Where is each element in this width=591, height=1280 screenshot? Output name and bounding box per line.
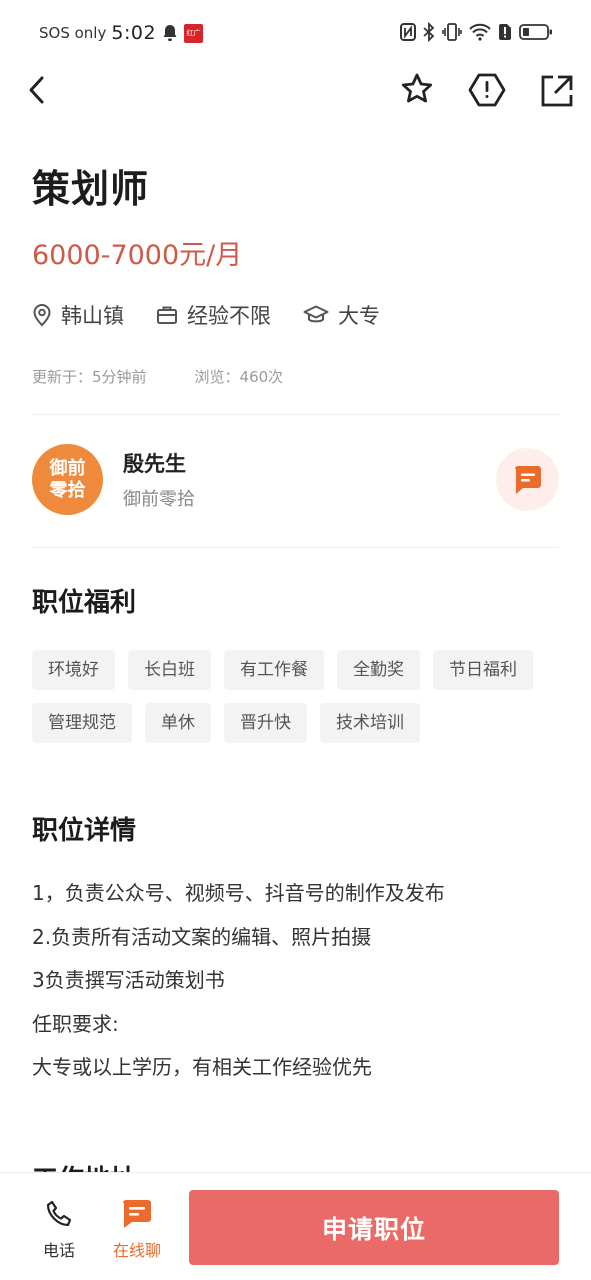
- chat-bubble-icon: [123, 1200, 151, 1228]
- benefit-tag: 有工作餐: [224, 650, 324, 690]
- divider: [32, 547, 559, 548]
- experience-text: 经验不限: [187, 304, 271, 328]
- education-text: 大专: [338, 304, 380, 328]
- job-description: 1，负责公众号、视频号、抖音号的制作及发布 2.负责所有活动文案的编辑、照片拍摄…: [32, 875, 559, 1093]
- description-line: 2.负责所有活动文案的编辑、照片拍摄: [32, 924, 372, 949]
- education-item: 大专: [303, 300, 380, 330]
- job-meta: 韩山镇 经验不限 大专: [32, 300, 412, 330]
- benefit-tag: 单休: [145, 703, 211, 743]
- vibrate-icon: [442, 23, 462, 41]
- top-nav: [0, 66, 591, 114]
- phone-label: 电话: [42, 1241, 75, 1260]
- description-line: 3负责撰写活动策划书: [32, 968, 225, 992]
- back-arrow-icon[interactable]: [22, 70, 52, 110]
- view-count: 浏览：460次: [194, 368, 284, 386]
- nfc-icon: [400, 23, 416, 41]
- wifi-icon: [469, 23, 491, 41]
- avatar-text-line1: 御前: [49, 457, 86, 479]
- graduation-cap-icon: [303, 305, 329, 323]
- location-pin-icon: [33, 303, 51, 327]
- recruiter-card[interactable]: 御前 零拾 殷先生 御前零拾: [32, 444, 559, 516]
- phone-icon: [46, 1200, 72, 1227]
- job-title: 策划师: [32, 167, 150, 211]
- app-notification-icon: 红广: [184, 23, 204, 43]
- location-item: 韩山镇: [32, 300, 124, 330]
- favorite-star-icon[interactable]: [399, 70, 435, 110]
- apply-job-button[interactable]: 申请职位: [189, 1190, 559, 1265]
- benefits-title: 职位福利: [32, 588, 137, 618]
- battery-icon: [519, 24, 552, 40]
- benefit-tag: 环境好: [32, 650, 115, 690]
- description-line: 大专或以上学历，有相关工作经验优先: [32, 1055, 372, 1079]
- chat-label: 在线聊: [112, 1241, 161, 1260]
- chat-button[interactable]: [496, 448, 559, 511]
- avatar-text-line2: 零拾: [49, 479, 86, 501]
- chat-bubble-icon: [514, 465, 541, 494]
- divider: [32, 414, 559, 415]
- job-salary: 6000-7000元/月: [32, 240, 243, 271]
- benefit-tag: 长白班: [128, 650, 211, 690]
- description-line: 1，负责公众号、视频号、抖音号的制作及发布: [32, 881, 445, 905]
- updated-time: 更新于：5分钟前: [32, 368, 147, 386]
- report-warning-icon[interactable]: [468, 70, 506, 110]
- online-chat-button[interactable]: 在线聊: [107, 1199, 167, 1261]
- briefcase-icon: [157, 306, 177, 324]
- benefit-tags: 环境好 长白班 有工作餐 全勤奖 节日福利 管理规范 单休 晋升快 技术培训: [32, 650, 572, 743]
- clock: 5:02: [111, 22, 157, 44]
- bluetooth-icon: [423, 22, 435, 42]
- description-line: 任职要求:: [32, 1011, 119, 1036]
- status-bar: SOS only 5:02 红广: [0, 0, 591, 66]
- benefit-tag: 晋升快: [224, 703, 307, 743]
- phone-button[interactable]: 电话: [29, 1199, 89, 1261]
- benefit-tag: 管理规范: [32, 703, 132, 743]
- recruiter-avatar[interactable]: 御前 零拾: [32, 444, 103, 515]
- share-icon[interactable]: [538, 70, 574, 110]
- bell-icon: [163, 25, 177, 41]
- experience-item: 经验不限: [156, 300, 271, 330]
- benefit-tag: 节日福利: [433, 650, 533, 690]
- bottom-action-bar: 电话 在线聊 申请职位: [0, 1172, 591, 1280]
- recruiter-name: 殷先生: [123, 452, 186, 476]
- carrier-text: SOS only: [39, 24, 107, 42]
- benefit-tag: 全勤奖: [337, 650, 420, 690]
- recruiter-company: 御前零拾: [123, 489, 195, 510]
- details-title: 职位详情: [32, 816, 137, 846]
- job-stats: 更新于：5分钟前 浏览：460次: [32, 366, 283, 387]
- sim-alert-icon: [499, 24, 511, 40]
- benefit-tag: 技术培训: [320, 703, 420, 743]
- location-text: 韩山镇: [61, 304, 124, 328]
